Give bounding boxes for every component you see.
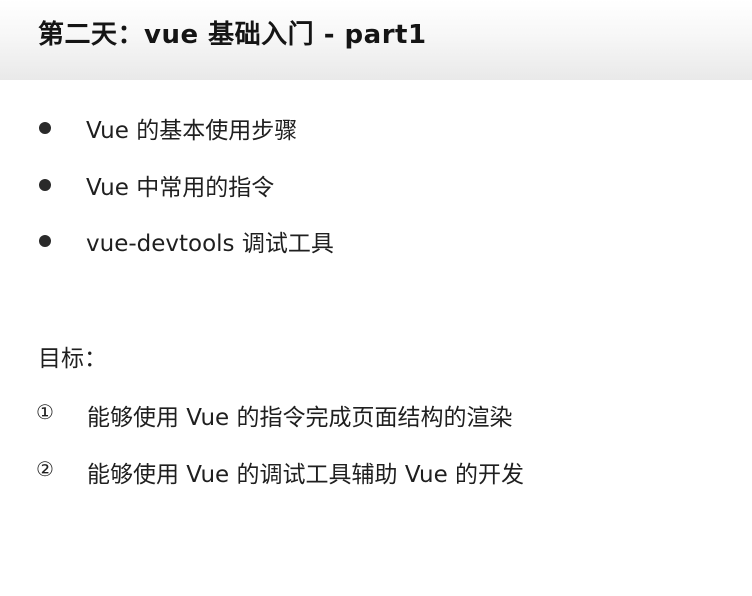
page-title: 第二天：vue 基础入门 - part1 [38, 20, 427, 50]
bullet-icon [39, 235, 51, 247]
title-bar: 第二天：vue 基础入门 - part1 [0, 0, 752, 80]
circled-number-marker: ② [36, 457, 54, 481]
topic-text: vue-devtools 调试工具 [86, 231, 334, 257]
circled-number-marker: ① [36, 400, 54, 424]
slide: 第二天：vue 基础入门 - part1 Vue 的基本使用步骤 Vue 中常用… [0, 0, 752, 596]
topic-text: Vue 的基本使用步骤 [86, 118, 298, 144]
bullet-icon [39, 122, 51, 134]
goal-text: 能够使用 Vue 的调试工具辅助 Vue 的开发 [87, 462, 525, 488]
bullet-icon [39, 178, 51, 191]
topic-text: Vue 中常用的指令 [86, 174, 275, 201]
goals-heading: 目标： [38, 346, 107, 372]
goal-text: 能够使用 Vue 的指令完成页面结构的渲染 [87, 405, 513, 431]
